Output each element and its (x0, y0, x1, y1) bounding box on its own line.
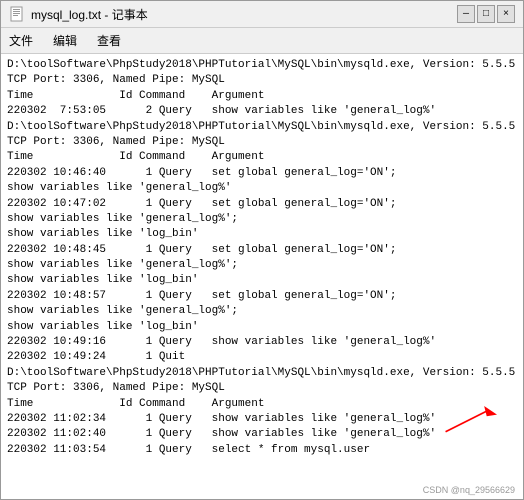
log-line: Time Id Command Argument (7, 150, 517, 165)
log-line: D:\toolSoftware\PhpStudy2018\PHPTutorial… (7, 58, 517, 73)
log-line: Time Id Command Argument (7, 89, 517, 104)
log-line: show variables like 'general_log%'; (7, 258, 517, 273)
menu-file[interactable]: 文件 (5, 30, 37, 51)
log-line: 220302 10:48:45 1 Query set global gener… (7, 243, 517, 258)
notepad-icon (9, 6, 25, 22)
log-line: show variables like 'log_bin' (7, 227, 517, 242)
log-line: 220302 11:02:34 1 Query show variables l… (7, 412, 517, 427)
maximize-button[interactable]: □ (477, 5, 495, 23)
log-line: 220302 10:46:40 1 Query set global gener… (7, 166, 517, 181)
close-button[interactable]: × (497, 5, 515, 23)
log-line: 220302 7:53:05 2 Query show variables li… (7, 104, 517, 119)
log-line: 220302 10:47:02 1 Query set global gener… (7, 197, 517, 212)
log-line: 220302 10:48:57 1 Query set global gener… (7, 289, 517, 304)
log-line: show variables like 'log_bin' (7, 320, 517, 335)
log-line: show variables like 'log_bin' (7, 273, 517, 288)
log-container: D:\toolSoftware\PhpStudy2018\PHPTutorial… (7, 58, 517, 458)
log-lines: D:\toolSoftware\PhpStudy2018\PHPTutorial… (7, 58, 517, 458)
log-line: show variables like 'general_log%' (7, 181, 517, 196)
title-bar: mysql_log.txt - 记事本 — □ × (1, 1, 523, 28)
log-line: 220302 10:49:16 1 Query show variables l… (7, 335, 517, 350)
log-line: D:\toolSoftware\PhpStudy2018\PHPTutorial… (7, 120, 517, 135)
log-line: TCP Port: 3306, Named Pipe: MySQL (7, 381, 517, 396)
log-line: D:\toolSoftware\PhpStudy2018\PHPTutorial… (7, 366, 517, 381)
log-content-area[interactable]: D:\toolSoftware\PhpStudy2018\PHPTutorial… (1, 54, 523, 499)
log-line: TCP Port: 3306, Named Pipe: MySQL (7, 73, 517, 88)
menu-bar: 文件 编辑 查看 (1, 28, 523, 54)
minimize-button[interactable]: — (457, 5, 475, 23)
window-controls: — □ × (457, 5, 515, 23)
log-line: 220302 11:03:54 1 Query select * from my… (7, 443, 517, 458)
window-title: mysql_log.txt - 记事本 (31, 6, 451, 23)
log-line: TCP Port: 3306, Named Pipe: MySQL (7, 135, 517, 150)
watermark: CSDN @nq_29566629 (423, 485, 515, 495)
notepad-window: mysql_log.txt - 记事本 — □ × 文件 编辑 查看 D:\to… (0, 0, 524, 500)
menu-view[interactable]: 查看 (93, 30, 125, 51)
log-line: show variables like 'general_log%'; (7, 212, 517, 227)
log-line: 220302 10:49:24 1 Quit (7, 350, 517, 365)
log-line: 220302 11:02:40 1 Query show variables l… (7, 427, 517, 442)
menu-edit[interactable]: 编辑 (49, 30, 81, 51)
log-line: show variables like 'general_log%'; (7, 304, 517, 319)
log-line: Time Id Command Argument (7, 397, 517, 412)
